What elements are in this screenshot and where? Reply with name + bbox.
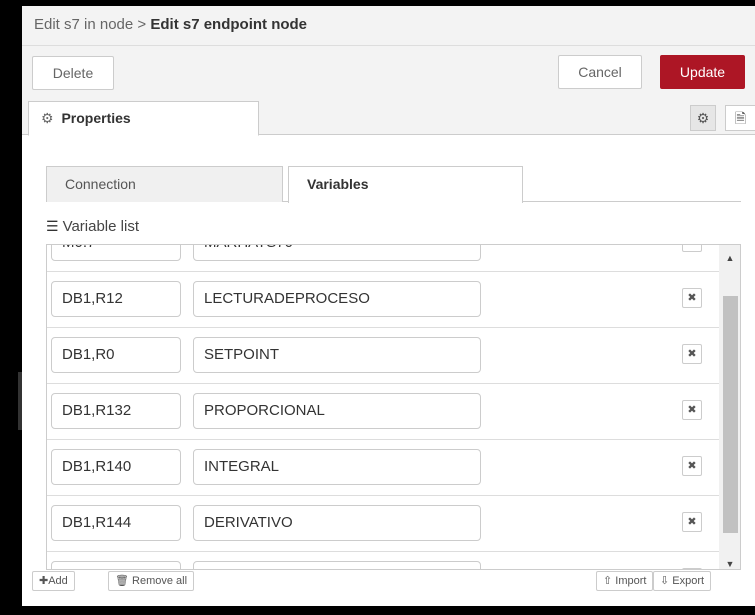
upload-icon: ⇧ bbox=[603, 575, 613, 587]
remove-row-close-icon[interactable]: ✖ bbox=[682, 456, 702, 476]
edit-dialog: Edit s7 in node > Edit s7 endpoint node … bbox=[22, 6, 755, 606]
breadcrumb: Edit s7 in node > Edit s7 endpoint node bbox=[22, 6, 755, 46]
variable-list: M0.7MARHATS70✖DB1,R12LECTURADEPROCESO✖DB… bbox=[46, 244, 741, 570]
tab-connection[interactable]: Connection bbox=[46, 166, 283, 202]
remove-row-close-icon[interactable]: ✖ bbox=[682, 245, 702, 252]
variable-rows: M0.7MARHATS70✖DB1,R12LECTURADEPROCESO✖DB… bbox=[47, 245, 719, 569]
remove-row-close-icon[interactable]: ✖ bbox=[682, 568, 702, 569]
trash-icon: 🗑 bbox=[115, 575, 129, 587]
breadcrumb-separator: > bbox=[137, 16, 147, 33]
remove-row-close-icon[interactable]: ✖ bbox=[682, 400, 702, 420]
gear-icon: ⚙ bbox=[41, 110, 54, 126]
breadcrumb-current: Edit s7 endpoint node bbox=[150, 16, 308, 33]
add-button[interactable]: ✚Add bbox=[32, 571, 75, 591]
config-subtabs: Connection Variables bbox=[46, 166, 741, 203]
variable-row: DB1,R0 SETPOINT ✖ bbox=[47, 328, 719, 384]
cancel-button[interactable]: Cancel bbox=[558, 55, 642, 89]
export-label: Export bbox=[672, 575, 705, 587]
remove-all-button[interactable]: 🗑 Remove all bbox=[108, 571, 195, 591]
list-icon: ☰ bbox=[46, 218, 59, 234]
scroll-up-arrow-icon[interactable]: ▲ bbox=[719, 249, 740, 267]
variable-row: DB1,R136 SALIDA PID ✖ bbox=[47, 552, 719, 569]
variable-row: M0.7 MARHATS70 ✖ bbox=[47, 245, 719, 272]
variable-name-input[interactable]: PROPORCIONAL bbox=[193, 393, 481, 429]
variable-list-heading: ☰ Variable list bbox=[46, 218, 139, 235]
variable-name-input[interactable]: DERIVATIVO bbox=[193, 505, 481, 541]
variable-name-input[interactable]: INTEGRAL bbox=[193, 449, 481, 485]
variable-name-input[interactable]: SALIDA PID bbox=[193, 561, 481, 569]
variable-address-input[interactable]: DB1,R144 bbox=[51, 505, 181, 541]
tab-variables[interactable]: Variables bbox=[288, 166, 523, 203]
remove-row-close-icon[interactable]: ✖ bbox=[682, 344, 702, 364]
variable-row: DB1,R132 PROPORCIONAL ✖ bbox=[47, 384, 719, 440]
plus-icon: ✚ bbox=[39, 575, 49, 587]
variable-address-input[interactable]: DB1,R12 bbox=[51, 281, 181, 317]
screen-frame-bottom bbox=[0, 606, 755, 615]
tab-properties-label: Properties bbox=[61, 110, 131, 126]
variable-row: DB1,R12 LECTURADEPROCESO ✖ bbox=[47, 272, 719, 328]
variable-address-input[interactable]: DB1,R0 bbox=[51, 337, 181, 373]
variable-row: DB1,R140 INTEGRAL ✖ bbox=[47, 440, 719, 496]
add-label: Add bbox=[48, 575, 68, 587]
tab-bar: ⚙ Properties ⚙ 🗎 bbox=[22, 101, 755, 136]
screen-frame-left bbox=[0, 0, 22, 615]
remove-row-close-icon[interactable]: ✖ bbox=[682, 288, 702, 308]
variable-address-input[interactable]: DB1,R140 bbox=[51, 449, 181, 485]
dialog-toolbar: Delete Cancel Update bbox=[22, 46, 755, 101]
variable-name-input[interactable]: LECTURADEPROCESO bbox=[193, 281, 481, 317]
remove-row-close-icon[interactable]: ✖ bbox=[682, 512, 702, 532]
variable-name-input[interactable]: MARHATS70 bbox=[193, 245, 481, 261]
variable-address-input[interactable]: DB1,R136 bbox=[51, 561, 181, 569]
breadcrumb-parent[interactable]: Edit s7 in node bbox=[34, 16, 133, 33]
scrollbar-thumb[interactable] bbox=[723, 296, 738, 533]
variable-address-input[interactable]: M0.7 bbox=[51, 245, 181, 261]
variable-list-label: Variable list bbox=[62, 218, 139, 235]
update-button[interactable]: Update bbox=[660, 55, 745, 89]
scroll-down-arrow-icon[interactable]: ▼ bbox=[719, 555, 740, 569]
scrollbar[interactable]: ▲ ▼ bbox=[719, 245, 740, 569]
delete-button[interactable]: Delete bbox=[32, 56, 114, 90]
variable-row: DB1,R144 DERIVATIVO ✖ bbox=[47, 496, 719, 552]
download-icon: ⇩ bbox=[660, 575, 670, 587]
settings-gear-icon[interactable]: ⚙ bbox=[690, 105, 716, 131]
import-label: Import bbox=[615, 575, 647, 587]
variable-address-input[interactable]: DB1,R132 bbox=[51, 393, 181, 429]
remove-all-label: Remove all bbox=[132, 575, 188, 587]
variable-name-input[interactable]: SETPOINT bbox=[193, 337, 481, 373]
description-doc-icon[interactable]: 🗎 bbox=[725, 105, 755, 131]
export-button[interactable]: ⇩ Export bbox=[653, 571, 712, 591]
import-button[interactable]: ⇧ Import bbox=[596, 571, 654, 591]
tab-properties[interactable]: ⚙ Properties bbox=[28, 101, 259, 136]
